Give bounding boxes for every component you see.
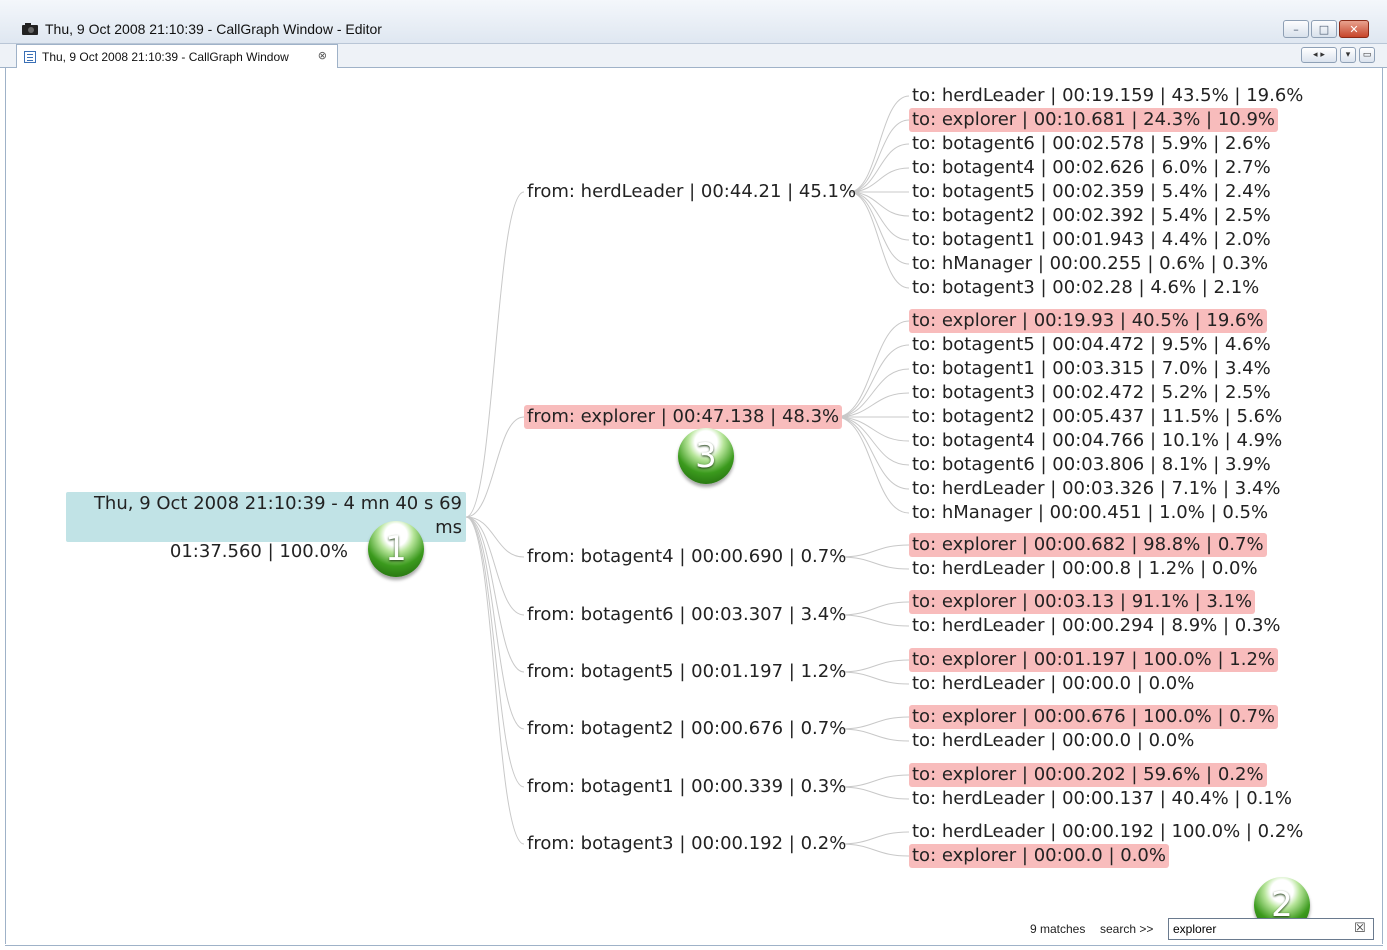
from-node[interactable]: from: botagent4 | 00:00.690 | 0.7% — [524, 545, 849, 569]
to-node[interactable]: to: herdLeader | 00:00.8 | 1.2% | 0.0% — [909, 557, 1261, 581]
from-node[interactable]: from: botagent5 | 00:01.197 | 1.2% — [524, 660, 849, 684]
frame-right — [1382, 68, 1383, 944]
edge-root-to-from — [465, 516, 525, 616]
edge-from-to — [839, 843, 910, 857]
from-node[interactable]: from: botagent6 | 00:03.307 | 3.4% — [524, 603, 849, 627]
to-node[interactable]: to: herdLeader | 00:00.294 | 8.9% | 0.3% — [909, 614, 1284, 638]
to-node[interactable]: to: explorer | 00:00.202 | 59.6% | 0.2% — [909, 763, 1267, 787]
edge-from-to — [835, 416, 910, 466]
edge-from-to — [839, 716, 910, 730]
edge-from-to — [839, 728, 910, 742]
to-node[interactable]: to: herdLeader | 00:19.159 | 43.5% | 19.… — [909, 84, 1306, 108]
close-icon: ✕ — [1349, 22, 1359, 36]
to-node[interactable]: to: herdLeader | 00:00.0 | 0.0% — [909, 672, 1197, 696]
to-node[interactable]: to: botagent2 | 00:02.392 | 5.4% | 2.5% — [909, 204, 1274, 228]
to-node[interactable]: to: botagent4 | 00:02.626 | 6.0% | 2.7% — [909, 156, 1274, 180]
to-node[interactable]: to: botagent2 | 00:05.437 | 11.5% | 5.6% — [909, 405, 1285, 429]
tree-icon — [24, 50, 36, 63]
tab-toolbar: ◂ ▸ ▾ ▭ — [1301, 47, 1375, 63]
maximize-button[interactable]: □ — [1311, 20, 1337, 38]
to-node[interactable]: to: botagent4 | 00:04.766 | 10.1% | 4.9% — [909, 429, 1285, 453]
edge-from-to — [835, 416, 910, 514]
to-node[interactable]: to: herdLeader | 00:00.137 | 40.4% | 0.1… — [909, 787, 1295, 811]
to-node[interactable]: to: hManager | 00:00.255 | 0.6% | 0.3% — [909, 252, 1271, 276]
edge-root-to-from — [465, 191, 525, 518]
from-node[interactable]: from: herdLeader | 00:44.21 | 45.1% — [524, 180, 859, 204]
edge-from-to — [835, 416, 910, 442]
edge-root-to-from — [465, 516, 525, 788]
edge-root-to-from — [465, 516, 525, 558]
edge-from-to — [839, 671, 910, 685]
to-node[interactable]: to: explorer | 00:19.93 | 40.5% | 19.6% — [909, 309, 1267, 333]
edge-from-to — [839, 831, 910, 845]
to-node[interactable]: to: botagent3 | 00:02.472 | 5.2% | 2.5% — [909, 381, 1274, 405]
to-node[interactable]: to: botagent1 | 00:01.943 | 4.4% | 2.0% — [909, 228, 1274, 252]
to-node[interactable]: to: botagent3 | 00:02.28 | 4.6% | 2.1% — [909, 276, 1262, 300]
search-input[interactable] — [1168, 918, 1374, 940]
edge-from-to — [839, 774, 910, 788]
edge-from-to — [835, 416, 910, 490]
restore-icon: □ — [1318, 22, 1330, 36]
to-node[interactable]: to: botagent6 | 00:03.806 | 8.1% | 3.9% — [909, 453, 1274, 477]
to-node[interactable]: to: botagent6 | 00:02.578 | 5.9% | 2.6% — [909, 132, 1274, 156]
to-node[interactable]: to: hManager | 00:00.451 | 1.0% | 0.5% — [909, 501, 1271, 525]
from-node[interactable]: from: botagent2 | 00:00.676 | 0.7% — [524, 717, 849, 741]
edge-from-to — [835, 392, 910, 418]
frame-bottom — [5, 945, 1383, 946]
to-node[interactable]: to: botagent1 | 00:03.315 | 7.0% | 3.4% — [909, 357, 1274, 381]
clear-search-icon[interactable]: ☒ — [1354, 921, 1366, 936]
tab-callgraph-window[interactable]: Thu, 9 Oct 2008 21:10:39 - CallGraph Win… — [16, 44, 338, 68]
to-node[interactable]: to: botagent5 | 00:04.472 | 9.5% | 4.6% — [909, 333, 1274, 357]
to-node[interactable]: to: explorer | 00:01.197 | 100.0% | 1.2% — [909, 648, 1279, 672]
frame-left — [5, 68, 6, 944]
edge-from-to — [839, 601, 910, 616]
window-controls: – □ ✕ — [1283, 20, 1369, 38]
to-node[interactable]: to: herdLeader | 00:00.192 | 100.0% | 0.… — [909, 820, 1306, 844]
tab-close-icon[interactable]: ⊗ — [318, 49, 327, 62]
edge-from-to — [839, 544, 910, 558]
search-label: search >> — [1100, 922, 1154, 936]
tab-label: Thu, 9 Oct 2008 21:10:39 - CallGraph Win… — [42, 49, 289, 64]
edge-root-to-from — [465, 516, 525, 673]
tab-list-button[interactable]: ▾ — [1340, 47, 1356, 63]
to-node[interactable]: to: herdLeader | 00:03.326 | 7.1% | 3.4% — [909, 477, 1284, 501]
close-button[interactable]: ✕ — [1339, 20, 1369, 38]
tab-scroll-button[interactable]: ◂ ▸ — [1301, 47, 1337, 63]
edge-root-to-from — [465, 416, 525, 518]
to-node[interactable]: to: explorer | 00:10.681 | 24.3% | 10.9% — [909, 108, 1279, 132]
step-marker-1: 1 — [368, 521, 424, 577]
to-node[interactable]: to: herdLeader | 00:00.0 | 0.0% — [909, 729, 1197, 753]
edge-root-to-from — [465, 516, 525, 730]
from-node[interactable]: from: explorer | 00:47.138 | 48.3% — [524, 405, 843, 429]
editor-tabbar: Thu, 9 Oct 2008 21:10:39 - CallGraph Win… — [0, 44, 1387, 68]
maximize-view-icon: ▭ — [1362, 50, 1372, 60]
to-node[interactable]: to: explorer | 00:00.682 | 98.8% | 0.7% — [909, 533, 1267, 557]
minimize-button[interactable]: – — [1283, 20, 1309, 38]
chevron-down-icon: ▾ — [1345, 50, 1351, 60]
step-marker-3: 3 — [678, 428, 734, 484]
edge-from-to — [839, 659, 910, 673]
edge-from-to — [839, 614, 910, 627]
search-match-count: 9 matches — [1030, 922, 1086, 936]
to-node[interactable]: to: explorer | 00:00.0 | 0.0% — [909, 844, 1169, 868]
maximize-view-button[interactable]: ▭ — [1359, 47, 1375, 63]
edge-from-to — [848, 191, 910, 289]
edge-from-to — [839, 786, 910, 800]
tab-scroll-icon: ◂ ▸ — [1313, 50, 1325, 60]
edge-from-to — [835, 368, 910, 418]
window-titlebar: Thu, 9 Oct 2008 21:10:39 - CallGraph Win… — [0, 0, 1387, 44]
edge-root-to-from — [465, 516, 525, 845]
edge-from-to — [835, 344, 910, 418]
to-node[interactable]: to: explorer | 00:00.676 | 100.0% | 0.7% — [909, 705, 1279, 729]
edge-from-to — [835, 320, 910, 418]
from-node[interactable]: from: botagent1 | 00:00.339 | 0.3% — [524, 775, 849, 799]
window-title: Thu, 9 Oct 2008 21:10:39 - CallGraph Win… — [45, 21, 382, 37]
to-node[interactable]: to: botagent5 | 00:02.359 | 5.4% | 2.4% — [909, 180, 1274, 204]
minimize-icon: – — [1293, 22, 1299, 36]
edge-from-to — [839, 556, 910, 570]
from-node[interactable]: from: botagent3 | 00:00.192 | 0.2% — [524, 832, 849, 856]
edge-from-to — [848, 95, 910, 193]
camera-icon — [22, 23, 38, 35]
to-node[interactable]: to: explorer | 00:03.13 | 91.1% | 3.1% — [909, 590, 1256, 614]
